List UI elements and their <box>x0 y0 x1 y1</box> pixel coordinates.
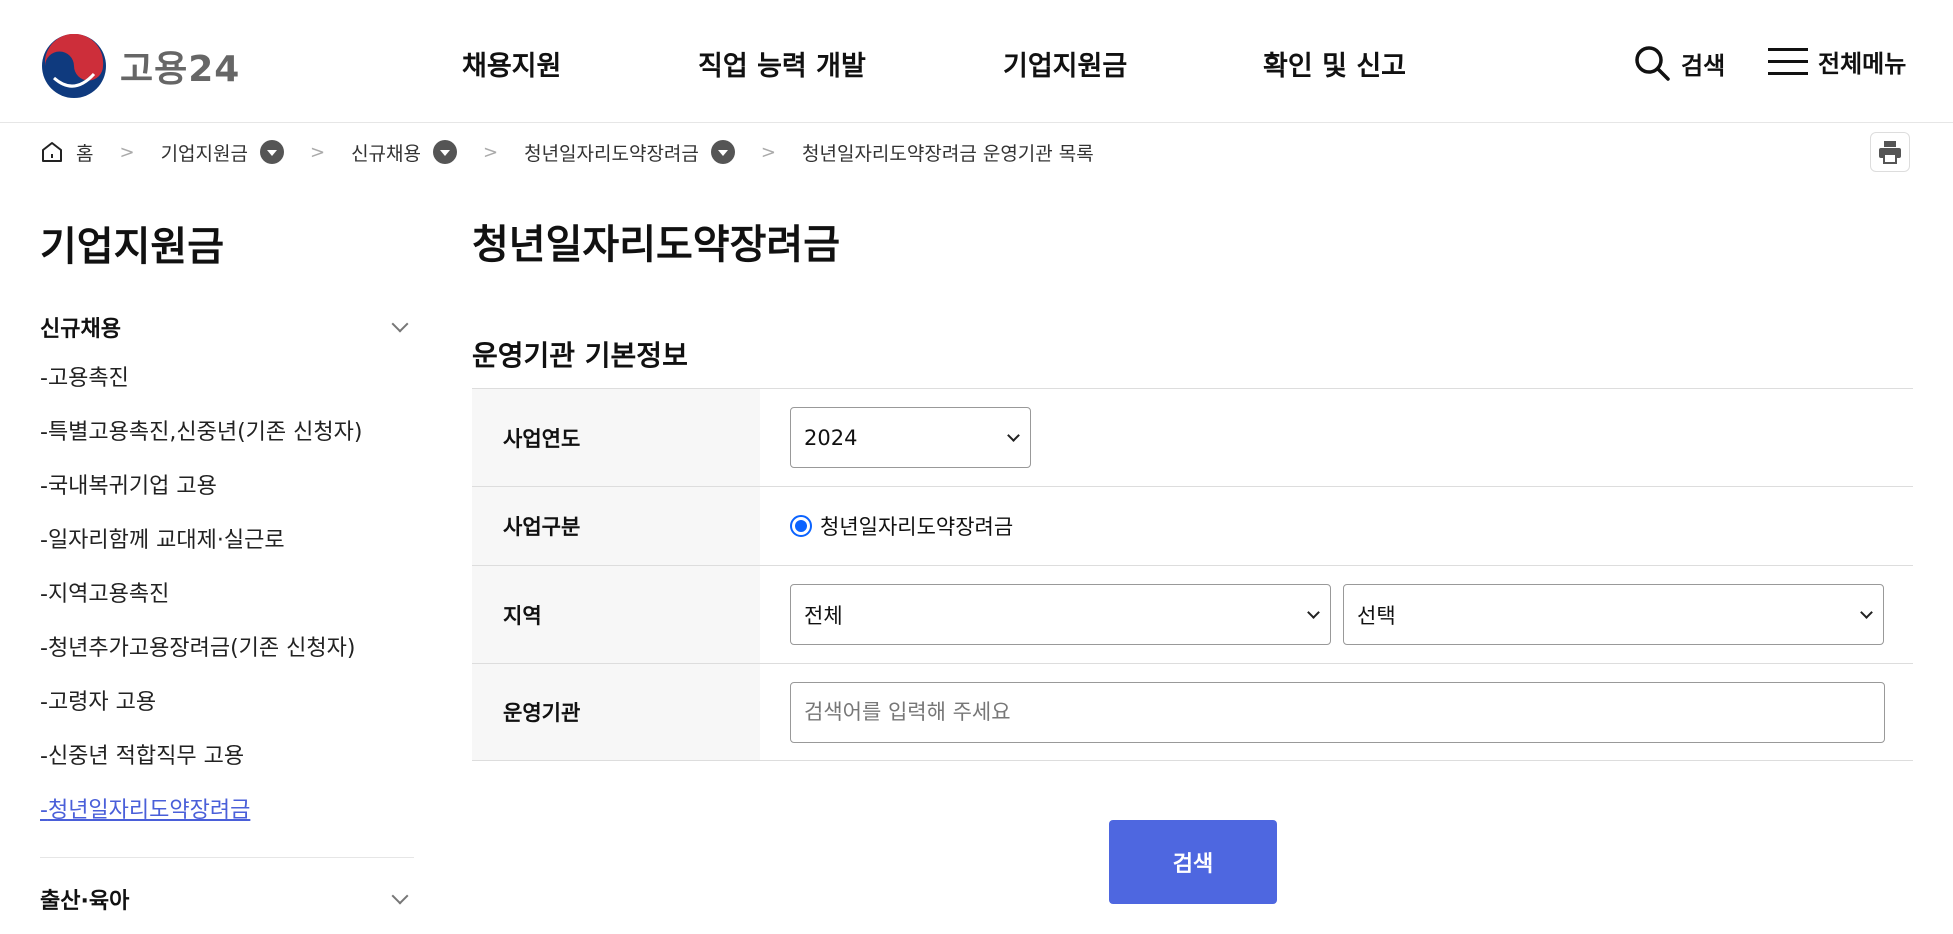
sidebar-item-youth-additional[interactable]: -청년추가고용장려금(기존 신청자) <box>40 630 362 684</box>
sidebar-group-label: 신규채용 <box>40 317 121 342</box>
sidebar-item-shift-work[interactable]: -일자리함께 교대제·실근로 <box>40 522 362 576</box>
chevron-down-icon <box>1307 605 1320 619</box>
site-logo[interactable]: 고용24 <box>42 34 240 98</box>
sidebar-group-childbirth[interactable]: 출산·육아 <box>40 883 414 915</box>
site-header: 고용24 채용지원 직업 능력 개발 기업지원금 확인 및 신고 검색 전체메뉴 <box>0 0 1953 123</box>
search-label: 검색 <box>1681 51 1726 80</box>
hamburger-menu-icon <box>1768 47 1808 75</box>
year-label: 사업연도 <box>472 389 760 486</box>
breadcrumb-home[interactable]: 홈 <box>40 139 93 166</box>
region-label: 지역 <box>472 566 760 663</box>
nav-item-skills-development[interactable]: 직업 능력 개발 <box>698 44 866 83</box>
sidebar-divider <box>40 857 414 858</box>
chevron-down-icon[interactable] <box>433 140 457 164</box>
sidebar-menu: -고용촉진 -특별고용촉진,신중년(기존 신청자) -국내복귀기업 고용 -일자… <box>40 360 362 846</box>
home-icon <box>42 142 62 162</box>
breadcrumb-home-label: 홈 <box>76 142 94 165</box>
sidebar-item-employment-promotion[interactable]: -고용촉진 <box>40 360 362 414</box>
region-province-value: 전체 <box>804 603 843 628</box>
search-icon <box>1635 46 1670 81</box>
chevron-down-icon[interactable] <box>259 140 284 164</box>
section-title: 운영기관 기본정보 <box>472 339 688 372</box>
type-label: 사업구분 <box>472 487 760 565</box>
header-search-button[interactable]: 검색 <box>1633 44 1725 82</box>
breadcrumb: 홈 > 기업지원금 > 신규채용 > 청년일자리도약장려금 > 청년일자리도약장… <box>40 136 1094 168</box>
chevron-down-icon[interactable] <box>710 140 735 164</box>
form-row-region: 지역 전체 선택 <box>472 566 1913 664</box>
year-select-value: 2024 <box>804 425 858 450</box>
sidebar-item-senior-employment[interactable]: -고령자 고용 <box>40 684 362 738</box>
region-province-select[interactable]: 전체 <box>790 584 1331 645</box>
taegeuk-logo-icon <box>42 34 106 98</box>
sidebar-item-youth-jump[interactable]: -청년일자리도약장려금 <box>40 792 362 846</box>
all-menu-label: 전체메뉴 <box>1818 50 1907 78</box>
chevron-down-icon <box>391 887 409 905</box>
sidebar-item-prefix: - <box>40 798 48 823</box>
breadcrumb-label: 청년일자리도약장려금 <box>524 142 699 165</box>
all-menu-button[interactable]: 전체메뉴 <box>1768 44 1906 79</box>
region-city-value: 선택 <box>1357 603 1396 628</box>
sidebar-group-label: 출산·육아 <box>40 889 130 914</box>
nav-item-verification-report[interactable]: 확인 및 신고 <box>1263 44 1406 83</box>
breadcrumb-label: 기업지원금 <box>160 142 248 165</box>
chevron-down-icon <box>391 315 409 333</box>
year-select[interactable]: 2024 <box>790 407 1031 468</box>
sidebar-item-special-employment[interactable]: -특별고용촉진,신중년(기존 신청자) <box>40 414 362 468</box>
page-title: 청년일자리도약장려금 <box>472 222 840 268</box>
printer-icon <box>1879 141 1901 164</box>
nav-item-subsidies[interactable]: 기업지원금 <box>1003 44 1127 83</box>
breadcrumb-label: 신규채용 <box>351 142 421 165</box>
sidebar-item-active-label: 청년일자리도약장려금 <box>47 798 251 823</box>
breadcrumb-item-subsidies[interactable]: 기업지원금 <box>161 139 284 166</box>
search-form-table: 사업연도 2024 사업구분 청년일자리도약장려금 지역 전체 선택 운영기관 … <box>472 388 1913 761</box>
breadcrumb-separator-icon: > <box>309 141 326 163</box>
type-radio-label[interactable]: 청년일자리도약장려금 <box>820 511 1013 541</box>
organization-search-input[interactable] <box>790 681 1885 743</box>
sidebar-item-reshoring[interactable]: -국내복귀기업 고용 <box>40 468 362 522</box>
breadcrumb-separator-icon: > <box>483 141 499 163</box>
breadcrumb-item-new-hire[interactable]: 신규채용 <box>351 139 457 166</box>
form-row-organization: 운영기관 <box>472 664 1913 761</box>
breadcrumb-item-youth-jump[interactable]: 청년일자리도약장려금 <box>524 139 735 166</box>
sidebar-group-new-hire[interactable]: 신규채용 <box>40 311 414 343</box>
nav-item-recruitment[interactable]: 채용지원 <box>462 44 561 83</box>
breadcrumb-separator-icon: > <box>119 141 135 163</box>
sidebar-item-middle-aged[interactable]: -신중년 적합직무 고용 <box>40 738 362 792</box>
sidebar-title: 기업지원금 <box>40 224 224 270</box>
sidebar-item-regional-employment[interactable]: -지역고용촉진 <box>40 576 362 630</box>
breadcrumb-item-current: 청년일자리도약장려금 운영기관 목록 <box>802 139 1094 166</box>
breadcrumb-separator-icon: > <box>760 141 776 163</box>
organization-label: 운영기관 <box>472 664 760 760</box>
print-button[interactable] <box>1870 132 1910 172</box>
search-submit-button[interactable]: 검색 <box>1109 820 1277 904</box>
type-radio[interactable] <box>790 515 812 537</box>
form-row-year: 사업연도 2024 <box>472 389 1913 487</box>
logo-text: 고용24 <box>120 49 241 90</box>
form-row-type: 사업구분 청년일자리도약장려금 <box>472 487 1913 566</box>
chevron-down-icon <box>1007 428 1020 442</box>
chevron-down-icon <box>1860 605 1873 619</box>
breadcrumb-current-label: 청년일자리도약장려금 운영기관 목록 <box>802 142 1094 165</box>
region-city-select[interactable]: 선택 <box>1343 584 1884 645</box>
